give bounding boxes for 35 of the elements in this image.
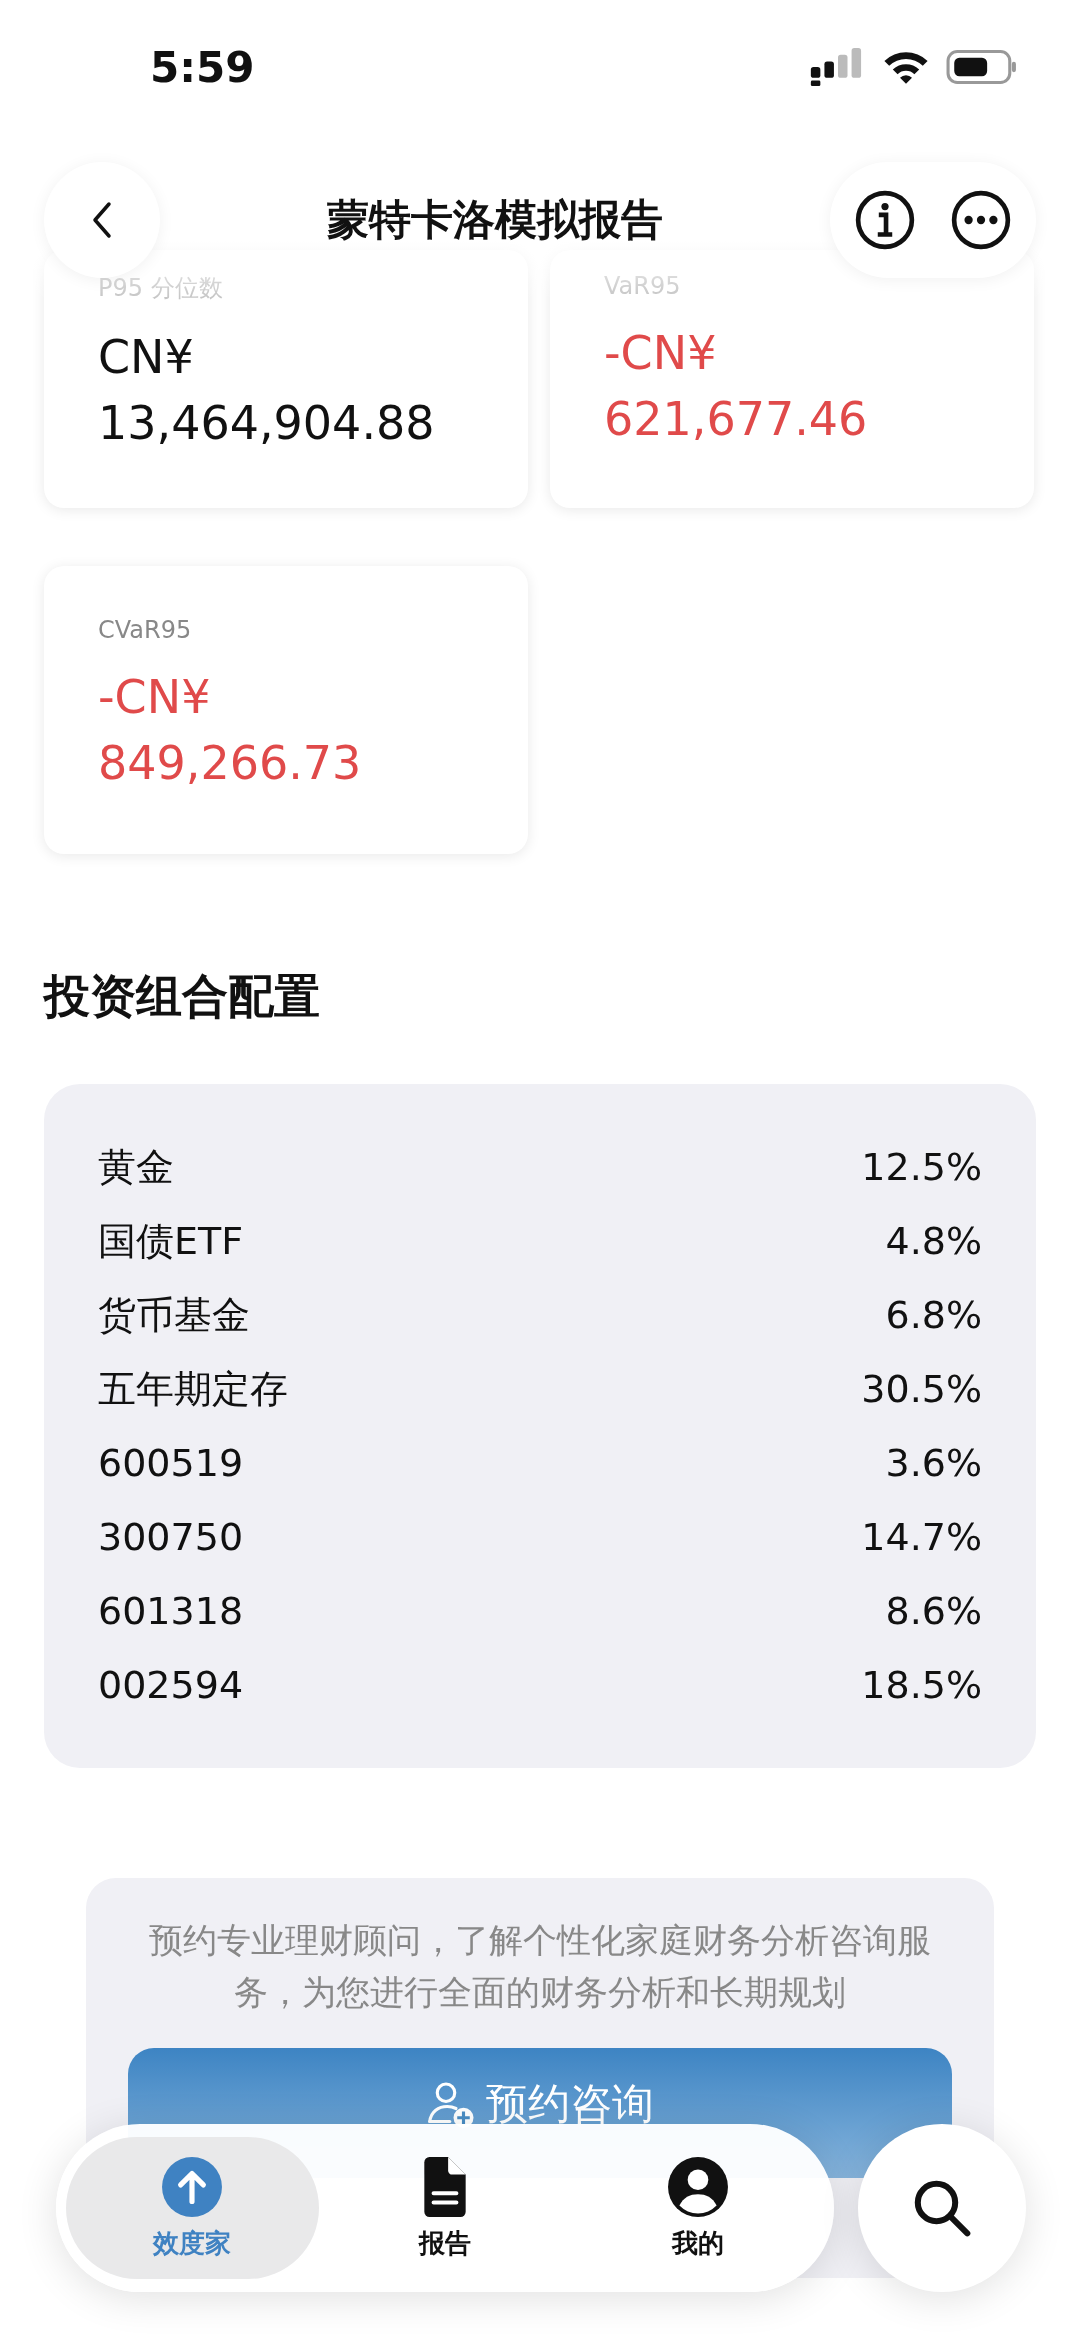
- asset-name: 601318: [98, 1589, 244, 1633]
- info-button[interactable]: [854, 189, 916, 251]
- asset-name: 300750: [98, 1515, 244, 1559]
- asset-share: 18.5%: [861, 1663, 982, 1707]
- metric-value: 621,677.46: [604, 391, 869, 448]
- battery-icon: [946, 49, 1018, 85]
- info-icon: [854, 189, 916, 251]
- more-icon: [950, 189, 1012, 251]
- status-time: 5:59: [150, 42, 255, 92]
- asset-name: 黄金: [98, 1143, 174, 1191]
- metric-value: 13,464,904.88: [98, 395, 436, 452]
- arrow-up-circle-icon: [161, 2155, 224, 2218]
- metric-label: CVaR95: [98, 616, 193, 644]
- asset-share: 12.5%: [861, 1145, 982, 1189]
- asset-share: 6.8%: [885, 1293, 982, 1337]
- page-title: 蒙特卡洛模拟报告: [327, 194, 663, 246]
- asset-share: 14.7%: [861, 1515, 982, 1559]
- asset-name: 五年期定存: [98, 1365, 288, 1413]
- asset-share: 8.6%: [885, 1589, 982, 1633]
- metric-value: 849,266.73: [98, 735, 363, 792]
- person-circle-icon: [666, 2155, 729, 2218]
- asset-name: 国债ETF: [98, 1217, 244, 1265]
- asset-share: 4.8%: [885, 1219, 982, 1263]
- currency-label: -CN¥: [604, 325, 718, 382]
- asset-name: 600519: [98, 1441, 244, 1485]
- currency-label: -CN¥: [98, 669, 212, 726]
- currency-label: CN¥: [98, 329, 195, 386]
- asset-name: 货币基金: [98, 1291, 250, 1339]
- section-title: 投资组合配置: [44, 968, 321, 1025]
- asset-share: 30.5%: [861, 1367, 982, 1411]
- asset-share: 3.6%: [885, 1441, 982, 1485]
- consult-text: 预约专业理财顾问，了解个性化家庭财务分析咨询服务，为您进行全面的财务分析和长期规划: [148, 1919, 932, 2014]
- asset-name: 002594: [98, 1663, 244, 1707]
- wifi-icon: [882, 49, 930, 85]
- more-button[interactable]: [950, 189, 1012, 251]
